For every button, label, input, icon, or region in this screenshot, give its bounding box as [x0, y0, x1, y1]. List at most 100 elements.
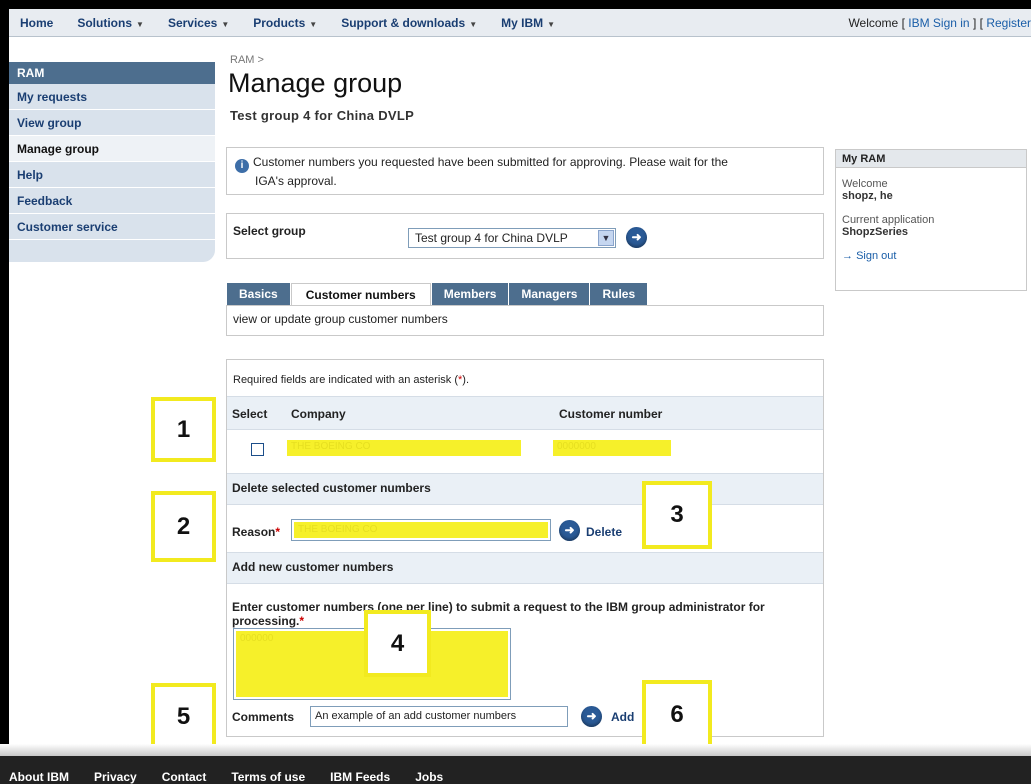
leftnav-customer-service[interactable]: Customer service [9, 214, 215, 240]
annotation-1: 1 [151, 397, 216, 462]
top-navigation: Home Solutions ▼ Services ▼ Products ▼ Supp… [9, 9, 1031, 37]
customer-numbers-form: Required fields are indicated with an as… [226, 359, 824, 737]
comments-input[interactable]: An example of an add customer numbers [310, 706, 568, 727]
column-header-select: Select [232, 407, 268, 421]
required-fields-note: Required fields are indicated with an as… [233, 374, 469, 386]
footer-privacy[interactable]: Privacy [94, 770, 137, 784]
required-star: * [275, 525, 281, 539]
leftnav-footer [9, 240, 215, 262]
column-header-company: Company [291, 407, 346, 421]
reason-label-text: Reason [232, 525, 276, 539]
sign-out-label: Sign out [856, 250, 897, 262]
tab-rules[interactable]: Rules [590, 283, 648, 305]
customer-number-cell-redacted: 0000000 [553, 440, 671, 456]
add-section-title: Add new customer numbers [232, 560, 394, 574]
page-title: Manage group [228, 68, 403, 98]
nav-support-label: Support & downloads [341, 15, 466, 30]
leftnav-feedback[interactable]: Feedback [9, 188, 215, 214]
required-star: * [299, 614, 305, 628]
enter-customer-numbers-instructions: Enter customer numbers (one per line) to… [232, 600, 817, 628]
arrow-right-icon: → [842, 250, 853, 262]
chevron-down-icon: ▼ [547, 19, 556, 29]
reason-input[interactable]: THE BOEING CO [291, 519, 551, 541]
annotation-4: 4 [364, 610, 431, 677]
info-line-1: Customer numbers you requested have been… [253, 155, 728, 169]
chevron-down-icon[interactable]: ▼ [598, 230, 614, 246]
reason-input-value: THE BOEING CO [294, 522, 548, 538]
nav-myibm[interactable]: My IBM ▼ [501, 16, 555, 30]
tab-description: view or update group customer numbers [226, 305, 824, 336]
chevron-down-icon: ▼ [136, 19, 144, 29]
page-subtitle: Test group 4 for China DVLP [230, 108, 415, 123]
annotation-5: 5 [151, 683, 216, 750]
enter-instructions-text: Enter customer numbers (one per line) to… [232, 600, 765, 628]
window-frame-left [0, 0, 9, 784]
nav-products-label: Products [253, 15, 306, 30]
leftnav-help[interactable]: Help [9, 162, 215, 188]
select-group-go-button[interactable]: ➜ [626, 227, 647, 248]
company-cell-redacted: THE BOEING CO [287, 440, 521, 456]
add-link[interactable]: Add [611, 710, 634, 724]
info-icon: i [235, 159, 249, 173]
column-header-customer-number: Customer number [559, 407, 663, 421]
add-go-button[interactable]: ➜ [581, 706, 602, 727]
nav-support[interactable]: Support & downloads ▼ [341, 16, 477, 30]
leftnav-manage-group[interactable]: Manage group [9, 136, 215, 162]
nav-home[interactable]: Home [20, 16, 53, 30]
tab-basics[interactable]: Basics [227, 283, 290, 305]
footer-ibm-feeds[interactable]: IBM Feeds [330, 770, 390, 784]
delete-link[interactable]: Delete [586, 525, 622, 539]
delete-section-header: Delete selected customer numbers [227, 473, 823, 505]
sign-in-link[interactable]: IBM Sign in [908, 16, 969, 30]
my-ram-title: My RAM [836, 150, 1026, 168]
delete-go-button[interactable]: ➜ [559, 520, 580, 541]
footer-terms[interactable]: Terms of use [231, 770, 305, 784]
row-select-checkbox[interactable] [251, 443, 264, 456]
comments-label: Comments [232, 710, 295, 724]
required-note-post: ). [462, 374, 470, 386]
footer-contact[interactable]: Contact [162, 770, 207, 784]
nav-services[interactable]: Services ▼ [168, 16, 229, 30]
nav-myibm-label: My IBM [501, 15, 544, 30]
footer-shadow [0, 744, 1031, 756]
breadcrumb[interactable]: RAM > [230, 54, 264, 66]
tab-customer-numbers[interactable]: Customer numbers [290, 283, 431, 305]
left-navigation: RAM My requests View group Manage group … [9, 62, 215, 262]
select-group-value: Test group 4 for China DVLP [415, 231, 568, 245]
nav-solutions[interactable]: Solutions ▼ [77, 16, 144, 30]
tab-members[interactable]: Members [431, 283, 509, 305]
nav-services-label: Services [167, 15, 218, 30]
select-group-dropdown[interactable]: Test group 4 for China DVLP ▼ [408, 228, 616, 248]
my-ram-user: shopz, he [842, 190, 893, 202]
my-ram-panel: My RAM Welcome shopz, he Current applica… [835, 149, 1027, 291]
window-frame-top [0, 0, 1031, 9]
info-line-2: IGA's approval. [255, 174, 337, 188]
chevron-down-icon: ▼ [469, 19, 478, 29]
reason-label: Reason* [232, 525, 280, 539]
leftnav-my-requests[interactable]: My requests [9, 84, 215, 110]
annotation-6: 6 [642, 680, 712, 750]
chevron-down-icon: ▼ [221, 19, 230, 29]
footer-jobs[interactable]: Jobs [415, 770, 443, 784]
company-cell-text: THE BOEING CO [291, 441, 371, 452]
leftnav-view-group[interactable]: View group [9, 110, 215, 136]
welcome-separator: ] [ [972, 16, 983, 30]
delete-section-title: Delete selected customer numbers [232, 481, 431, 495]
tab-bar: Basics Customer numbers Members Managers… [227, 283, 648, 305]
my-ram-app: ShopzSeries [842, 226, 909, 238]
welcome-bar: Welcome [ IBM Sign in ] [ Register [848, 16, 1031, 30]
sign-out-link[interactable]: → Sign out [836, 250, 1026, 262]
leftnav-title[interactable]: RAM [9, 62, 215, 84]
nav-products[interactable]: Products ▼ [253, 16, 317, 30]
table-header: Select Company Customer number [227, 396, 823, 430]
my-ram-app-label: Current application [842, 214, 935, 226]
customer-number-cell-text: 0000000 [557, 441, 596, 452]
register-link[interactable]: Register [986, 16, 1031, 30]
required-note-pre: Required fields are indicated with an as… [233, 374, 459, 386]
add-section-header: Add new customer numbers [227, 552, 823, 584]
footer-about-ibm[interactable]: About IBM [9, 770, 69, 784]
welcome-prefix: Welcome [ [848, 16, 905, 30]
nav-home-label: Home [20, 15, 54, 30]
info-message: i Customer numbers you requested have bee… [226, 147, 824, 195]
tab-managers[interactable]: Managers [509, 283, 590, 305]
